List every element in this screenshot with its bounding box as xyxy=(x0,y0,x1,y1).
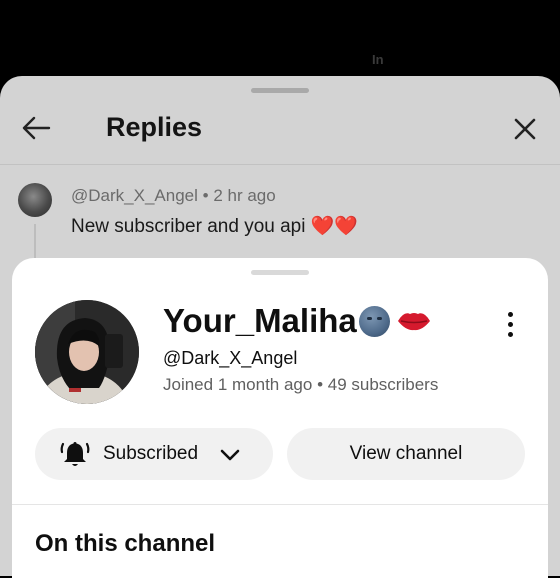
arrow-left-icon xyxy=(22,116,51,140)
joined-date: Joined 1 month ago xyxy=(163,375,313,394)
subscribed-button[interactable]: Subscribed xyxy=(35,428,273,480)
avatar[interactable] xyxy=(18,183,52,217)
comment-meta: @Dark_X_Angel • 2 hr ago xyxy=(71,186,276,206)
avatar-photo-icon xyxy=(35,300,139,404)
divider xyxy=(0,164,560,165)
replies-header: Replies xyxy=(0,76,560,164)
channel-popup: Your_Maliha @Dark_X_Angel Joined 1 month… xyxy=(12,258,548,578)
drag-handle[interactable] xyxy=(251,270,309,275)
meta-separator: • xyxy=(202,186,209,205)
stats-separator: • xyxy=(317,375,324,394)
dot xyxy=(507,311,513,317)
subscribed-label: Subscribed xyxy=(103,443,199,464)
divider xyxy=(12,504,548,505)
hearts-emoji: ❤️❤️ xyxy=(310,216,359,237)
replies-title: Replies xyxy=(106,112,203,142)
more-options-button[interactable] xyxy=(496,306,524,342)
back-button[interactable] xyxy=(18,110,54,146)
kiss-lips-icon xyxy=(397,313,430,331)
dot xyxy=(507,331,513,337)
comment-text: New subscriber and you api ❤️❤️ xyxy=(71,214,358,238)
channel-handle: @Dark_X_Angel xyxy=(163,348,298,368)
section-title: On this channel xyxy=(35,530,216,557)
channel-name-text: Your_Maliha xyxy=(163,302,357,339)
channel-name: Your_Maliha xyxy=(163,302,432,340)
comment-time: 2 hr ago xyxy=(213,186,276,205)
view-channel-button[interactable]: View channel xyxy=(287,428,525,480)
close-button[interactable] xyxy=(508,112,542,146)
chevron-down-icon xyxy=(220,449,240,461)
dot xyxy=(507,321,513,327)
bell-icon xyxy=(60,442,90,466)
channel-stats: Joined 1 month ago • 49 subscribers xyxy=(163,375,438,395)
subscriber-count: 49 subscribers xyxy=(327,375,439,394)
comment-author[interactable]: @Dark_X_Angel xyxy=(71,186,198,205)
new-moon-face-icon xyxy=(358,305,390,337)
close-icon xyxy=(514,118,536,140)
channel-avatar[interactable] xyxy=(35,300,139,404)
background-hint: In xyxy=(372,52,384,67)
comment-body: New subscriber and you api xyxy=(71,216,306,237)
